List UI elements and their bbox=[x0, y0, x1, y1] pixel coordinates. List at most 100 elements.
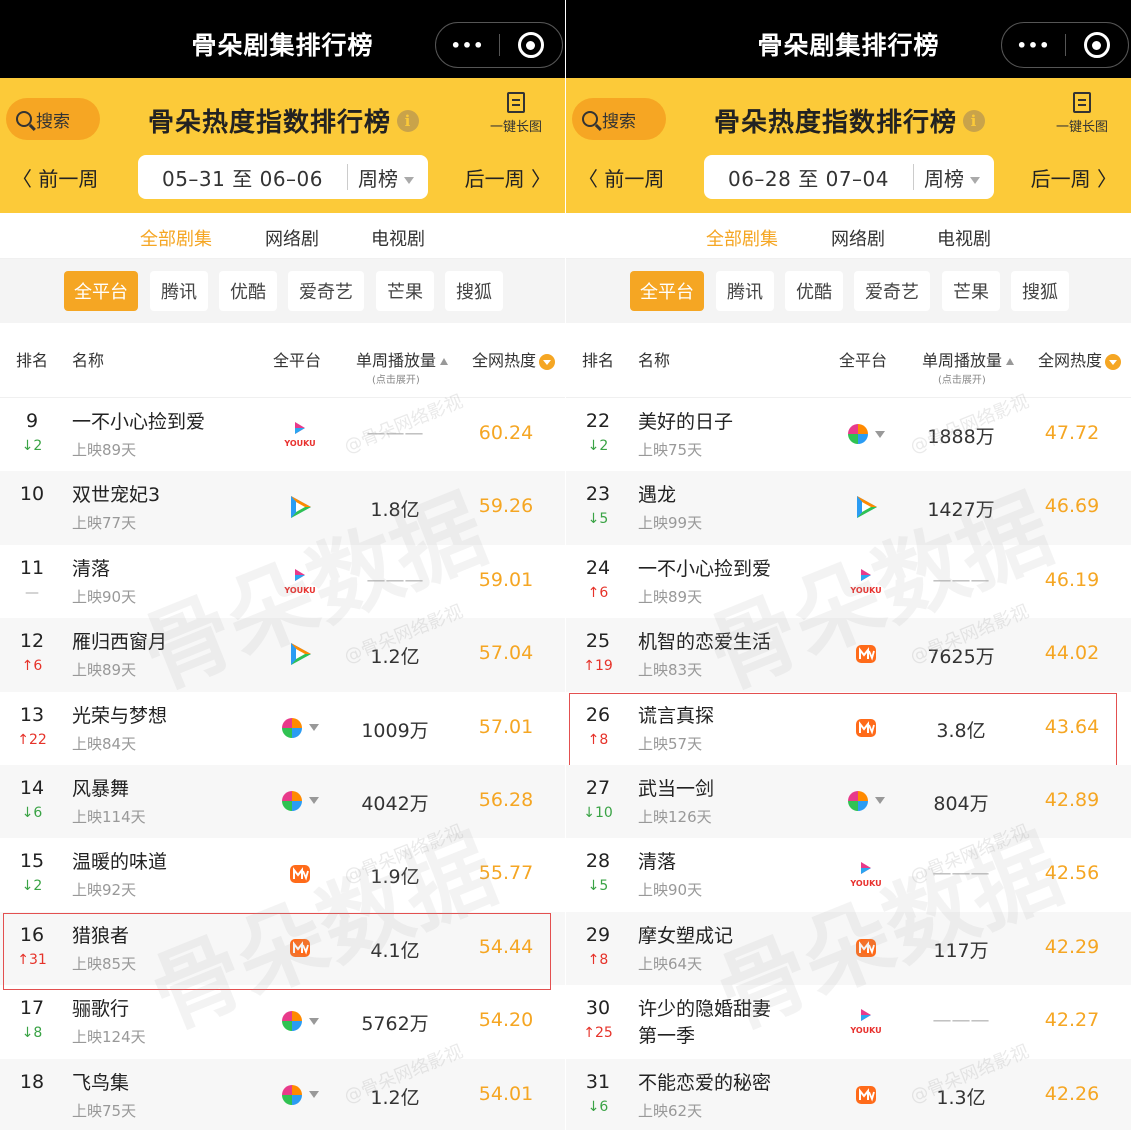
more-options-button[interactable]: ••• bbox=[436, 23, 499, 67]
series-name: 摩女塑成记 bbox=[638, 924, 734, 947]
table-row[interactable]: 18 飞鸟集 上映75天 1.2亿 54.01 bbox=[0, 1058, 565, 1130]
tab-web-series[interactable]: 网络剧 bbox=[265, 225, 319, 251]
tab-all-series[interactable]: 全部剧集 bbox=[140, 225, 212, 251]
platform-cell bbox=[270, 783, 330, 819]
date-range-selector[interactable]: 06–28 至 07–04 周榜 bbox=[704, 155, 994, 199]
table-row[interactable]: 28 ↓5 清落 上映90天 YOUKU ——— 42.56 bbox=[566, 838, 1131, 911]
date-range-selector[interactable]: 05–31 至 06–06 周榜 bbox=[138, 155, 428, 199]
rank-change: ↑8 bbox=[587, 731, 609, 748]
rank-change: ↓5 bbox=[587, 511, 609, 528]
rank-change: ↑22 bbox=[17, 731, 47, 748]
search-icon bbox=[16, 111, 32, 127]
rank-change: ↓2 bbox=[587, 438, 609, 454]
table-row[interactable]: 17 ↓8 骊歌行 上映124天 5762万 54.20 bbox=[0, 985, 565, 1058]
long-image-button[interactable]: 一键长图 bbox=[481, 92, 551, 135]
tab-web-series[interactable]: 网络剧 bbox=[831, 225, 885, 251]
youku-icon: YOUKU bbox=[849, 568, 882, 595]
days-on-air: 上映84天 bbox=[72, 734, 137, 753]
close-button[interactable] bbox=[500, 23, 562, 67]
series-name: 雁归西窗月 bbox=[72, 631, 168, 654]
days-on-air: 上映64天 bbox=[638, 954, 703, 973]
table-row[interactable]: 12 ↑6 雁归西窗月 上映89天 1.2亿 57.04 bbox=[0, 618, 565, 692]
platform-cell: YOUKU bbox=[270, 416, 330, 452]
table-row[interactable]: 16 ↑31 猎狼者 上映85天 4.1亿 54.44 bbox=[0, 911, 565, 991]
long-image-button[interactable]: 一键长图 bbox=[1047, 92, 1117, 135]
close-button[interactable] bbox=[1066, 23, 1128, 67]
prev-week-button[interactable]: 〈 前一周 bbox=[578, 163, 664, 192]
table-row[interactable]: 27 ↓10 武当一剑 上映126天 804万 42.89 bbox=[566, 764, 1131, 839]
platform-iqiyi[interactable]: 爱奇艺 bbox=[288, 271, 364, 311]
week-type-dropdown[interactable]: 周榜 bbox=[914, 163, 994, 192]
table-row[interactable]: 13 ↑22 光荣与梦想 上映84天 1009万 57.01 bbox=[0, 692, 565, 765]
next-week-button[interactable]: 后一周 〉 bbox=[465, 163, 551, 192]
series-name: 飞鸟集 bbox=[72, 1071, 130, 1094]
series-name: 双世宠妃3 bbox=[72, 484, 161, 507]
multi-platform-icon[interactable] bbox=[847, 790, 885, 812]
platform-tencent[interactable]: 腾讯 bbox=[716, 271, 774, 311]
table-row[interactable]: 24 ↑6 一不小心捡到爱 上映89天 YOUKU ——— 46.19 bbox=[566, 545, 1131, 618]
table-row[interactable]: 26 ↑8 谎言真探 上映57天 3.8亿 43.64 bbox=[566, 692, 1131, 771]
platform-all[interactable]: 全平台 bbox=[630, 271, 704, 311]
weekly-plays: ——— bbox=[366, 568, 424, 591]
table-row[interactable]: 9 ↓2 一不小心捡到爱 上映89天 YOUKU ——— 60.24 bbox=[0, 398, 565, 471]
search-button[interactable]: 搜索 bbox=[572, 98, 666, 140]
table-row[interactable]: 29 ↑8 摩女塑成记 上映64天 117万 42.29 bbox=[566, 911, 1131, 986]
platform-iqiyi[interactable]: 爱奇艺 bbox=[854, 271, 930, 311]
platform-sohu[interactable]: 搜狐 bbox=[1011, 271, 1069, 311]
tab-tv-series[interactable]: 电视剧 bbox=[937, 225, 991, 251]
more-options-button[interactable]: ••• bbox=[1002, 23, 1065, 67]
rank-change: ↓2 bbox=[21, 878, 43, 895]
multi-platform-icon[interactable] bbox=[847, 423, 885, 445]
heat-index: 55.77 bbox=[478, 862, 534, 885]
platform-all[interactable]: 全平台 bbox=[64, 271, 138, 311]
platform-youku[interactable]: 优酷 bbox=[785, 271, 843, 311]
search-button[interactable]: 搜索 bbox=[6, 98, 100, 140]
table-row[interactable]: 22 ↓2 美好的日子 上映75天 1888万 47.72 bbox=[566, 398, 1131, 471]
heat-index: 57.01 bbox=[478, 715, 534, 738]
table-row[interactable]: 31 ↓6 不能恋爱的秘密 上映62天 1.3亿 42.26 bbox=[566, 1058, 1131, 1130]
multi-platform-icon[interactable] bbox=[281, 790, 319, 812]
tab-tv-series[interactable]: 电视剧 bbox=[371, 225, 425, 251]
rank-number: 16 bbox=[19, 923, 45, 946]
days-on-air: 上映57天 bbox=[638, 734, 703, 753]
info-icon[interactable]: i bbox=[963, 109, 986, 132]
header-weekly-plays-label: 单周播放量 bbox=[922, 351, 1003, 370]
multi-platform-icon[interactable] bbox=[281, 1010, 319, 1032]
header-heat[interactable]: 全网热度 bbox=[1038, 347, 1122, 371]
table-row[interactable]: 10 双世宠妃3 上映77天 1.8亿 59.26 bbox=[0, 471, 565, 545]
heat-index: 54.44 bbox=[478, 935, 534, 958]
rank-change: ↑6 bbox=[587, 584, 609, 601]
heat-index: 46.69 bbox=[1044, 495, 1100, 518]
platform-youku[interactable]: 优酷 bbox=[219, 271, 277, 311]
multi-platform-icon[interactable] bbox=[281, 717, 319, 739]
days-on-air: 上映89天 bbox=[72, 661, 137, 680]
table-row[interactable]: 15 ↓2 温暖的味道 上映92天 1.9亿 55.77 bbox=[0, 838, 565, 911]
header-weekly-plays[interactable]: 单周播放量 bbox=[356, 347, 449, 371]
platform-cell bbox=[836, 636, 896, 672]
series-name: 武当一剑 bbox=[638, 777, 715, 800]
header-weekly-plays-label: 单周播放量 bbox=[356, 351, 437, 370]
prev-week-button[interactable]: 〈 前一周 bbox=[12, 163, 98, 192]
long-image-label: 一键长图 bbox=[489, 120, 542, 135]
info-icon[interactable]: i bbox=[397, 109, 420, 132]
tab-all-series[interactable]: 全部剧集 bbox=[706, 225, 778, 251]
table-row[interactable]: 23 ↓5 遇龙 上映99天 1427万 46.69 bbox=[566, 471, 1131, 545]
weekly-plays: ——— bbox=[932, 862, 990, 885]
platform-tencent[interactable]: 腾讯 bbox=[150, 271, 208, 311]
page-title-text: 骨朵热度指数排行榜 bbox=[148, 108, 392, 138]
next-week-button[interactable]: 后一周 〉 bbox=[1031, 163, 1117, 192]
header-weekly-plays[interactable]: 单周播放量 bbox=[922, 347, 1015, 371]
header-rank: 排名 bbox=[582, 351, 615, 370]
week-type-dropdown[interactable]: 周榜 bbox=[348, 163, 428, 192]
days-on-air: 上映89天 bbox=[638, 587, 703, 606]
table-row[interactable]: 14 ↓6 风暴舞 上映114天 4042万 56.28 bbox=[0, 764, 565, 839]
multi-platform-icon[interactable] bbox=[281, 1084, 319, 1106]
header-heat[interactable]: 全网热度 bbox=[472, 347, 556, 371]
table-row[interactable]: 25 ↑19 机智的恋爱生活 上映83天 7625万 44.02 bbox=[566, 618, 1131, 692]
platform-mango[interactable]: 芒果 bbox=[376, 271, 434, 311]
table-row[interactable]: 30 ↑25 许少的隐婚甜妻 第一季 YOUKU ——— 42.27 bbox=[566, 985, 1131, 1058]
series-name: 一不小心捡到爱 bbox=[72, 411, 206, 433]
platform-sohu[interactable]: 搜狐 bbox=[445, 271, 503, 311]
platform-mango[interactable]: 芒果 bbox=[942, 271, 1000, 311]
table-row[interactable]: 11 — 清落 上映90天 YOUKU ——— 59.01 bbox=[0, 545, 565, 618]
